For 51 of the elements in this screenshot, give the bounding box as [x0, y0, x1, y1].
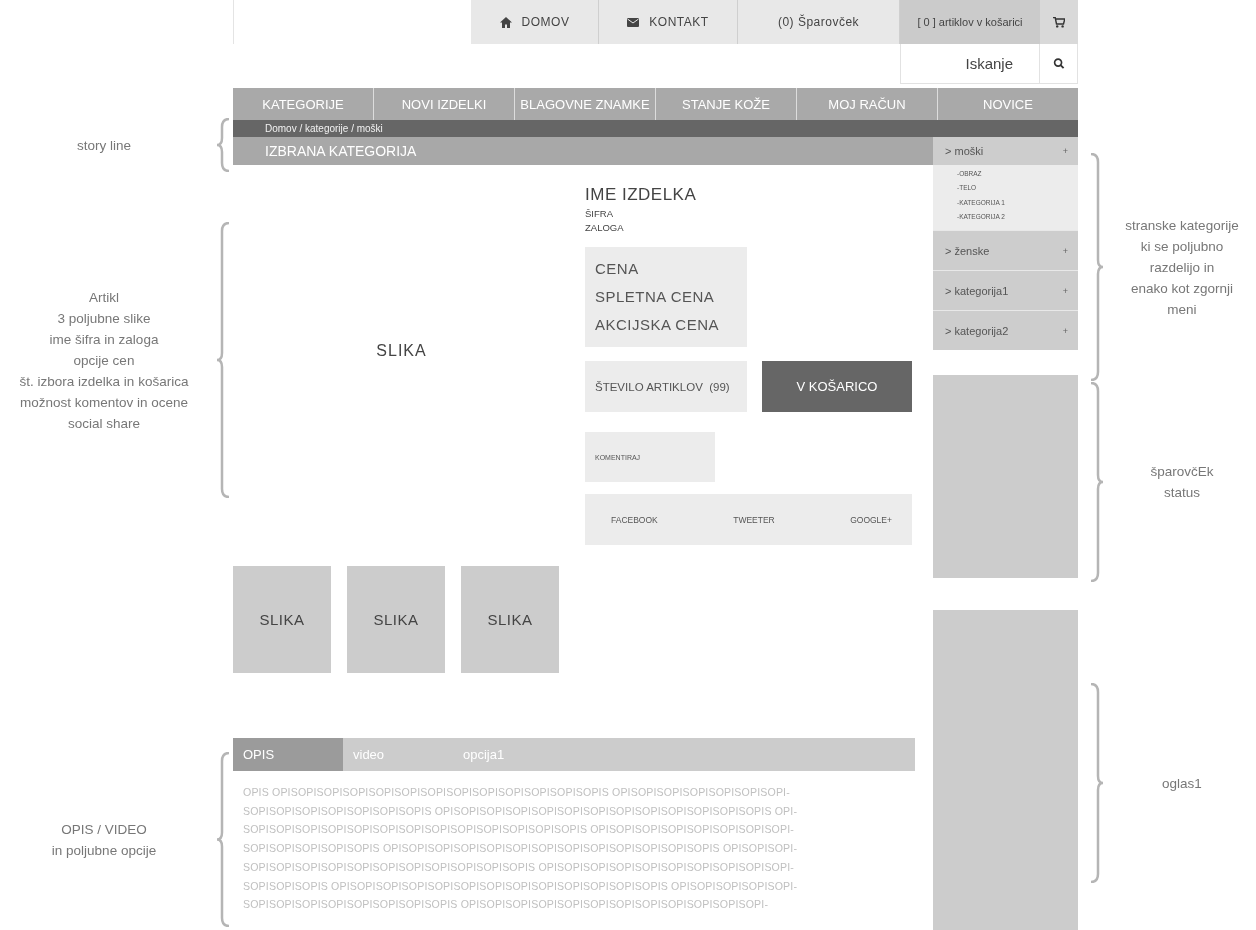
sidebar-category[interactable]: > kategorija1 +: [933, 270, 1078, 310]
price-label: AKCIJSKA CENA: [595, 315, 721, 335]
image-label: SLIKA: [373, 611, 419, 628]
expand-toggle[interactable]: +: [1062, 146, 1068, 156]
category-label: > ženske: [945, 244, 990, 257]
top-nav-link[interactable]: KONTAKT: [599, 0, 738, 44]
expand-toggle[interactable]: +: [1062, 325, 1068, 336]
annotation-text: OPIS / VIDEO in poljubne opcije: [50, 820, 158, 860]
curly-brace: [216, 118, 230, 172]
search-icon: [1052, 58, 1065, 69]
annotation-text: Artikl 3 poljubne slike ime šifra in zaloga opcije cen št. izbora izdelka in košarica možnost komentov in ocene social share: [18, 288, 190, 433]
top-nav-link[interactable]: (0) Šparovček: [738, 0, 900, 44]
product-code: ŠIFRA: [585, 208, 614, 219]
thumbnail-placeholder[interactable]: SLIKA: [347, 566, 445, 673]
sidebar-category[interactable]: > moški +: [933, 137, 1078, 165]
envelope-icon: [627, 16, 640, 28]
cart-button[interactable]: [1040, 0, 1078, 44]
product-name: IME IZDELKA: [585, 185, 698, 205]
annotation-text: šparovčEk status: [1149, 463, 1215, 502]
home-icon: [499, 16, 512, 28]
expand-toggle[interactable]: +: [1062, 285, 1068, 296]
thumbnail-placeholder[interactable]: SLIKA: [233, 566, 331, 673]
share-link[interactable]: TWEETER: [733, 514, 775, 525]
sidebar-category[interactable]: > ženske +: [933, 230, 1078, 270]
category-label: > moški: [945, 145, 984, 157]
expand-toggle[interactable]: +: [1062, 245, 1068, 256]
annotation-text: story line: [76, 136, 132, 155]
breadcrumb: Domov / kategorije / moški: [265, 123, 383, 134]
sidebar-category[interactable]: > kategorija2 +: [933, 310, 1078, 350]
share-link[interactable]: GOOGLE+: [850, 514, 892, 525]
category-title: IZBRANA KATEGORIJA: [265, 143, 417, 159]
cart-link[interactable]: [ 0 ] artiklov v košarici: [900, 0, 1040, 44]
price-label: CENA: [595, 259, 640, 279]
description-text: OPIS OPISOPISOPISOPISOPISOPISOPISOPISOPISOPISOPISOPISOPIS OPISOPISOPISOPISOPISOPISOPI- SOPISOPISOPISOPISOPISOPISOPIS OPISOPISOPISOPISOPISOPISOPISOPISOPISOPISOPISOPISOPIS OPI- SOPISOPISOPISOPISOPISOPISOPISOPISOPISOPISOPISOPISOPIS OPISOPISOPISOPISOPISOPISOPISOPI- SOPISOPISOPISOPISOPIS OPISOPISOPISOPISOPISOPISOPISOPISOPISOPISOPISOPISOPIS OPISOPISOPI- SOPISOPISOPISOPISOPISOPISOPISOPISOPISOPISOPIS OPISOPISOPISOPISOPISOPISOPISOPISOPISOPI- SOPISOPISOPIS OPISOPISOPISOPISOPISOPISOPISOPISOPISOPISOPISOPISOPIS OPISOPISOPISOPISOPI- SOPISOPISOPISOPISOPISOPISOPISOPIS OPISOPISOPISOPISOPISOPISOPISOPISOPISOPISOPISOPI-: [242, 785, 799, 913]
add-to-cart-button[interactable]: V KOŠARICO: [762, 361, 912, 412]
price-label: SPLETNA CENA: [595, 287, 716, 307]
category-label: > kategorija1: [945, 284, 1009, 297]
annotation-text: stranske kategorije ki se poljubno razdelijo in enako kot zgornji meni: [1124, 216, 1240, 319]
cart-icon: [1053, 16, 1065, 28]
category-label: > kategorija2: [945, 324, 1009, 337]
search-button[interactable]: [1040, 44, 1078, 84]
search-field[interactable]: Iskanje: [900, 44, 1040, 84]
image-label: SLIKA: [259, 611, 305, 628]
share-link[interactable]: FACEBOOK: [611, 514, 658, 525]
quantity-field[interactable]: ŠTEVILO ARTIKLOV (99): [585, 361, 747, 412]
thumbnail-placeholder[interactable]: SLIKA: [461, 566, 559, 673]
product-stock: ZALOGA: [585, 222, 625, 233]
top-nav-link[interactable]: DOMOV: [471, 0, 599, 44]
image-label: SLIKA: [376, 342, 427, 360]
annotation-text: oglas1: [1161, 774, 1203, 793]
image-label: SLIKA: [487, 611, 533, 628]
